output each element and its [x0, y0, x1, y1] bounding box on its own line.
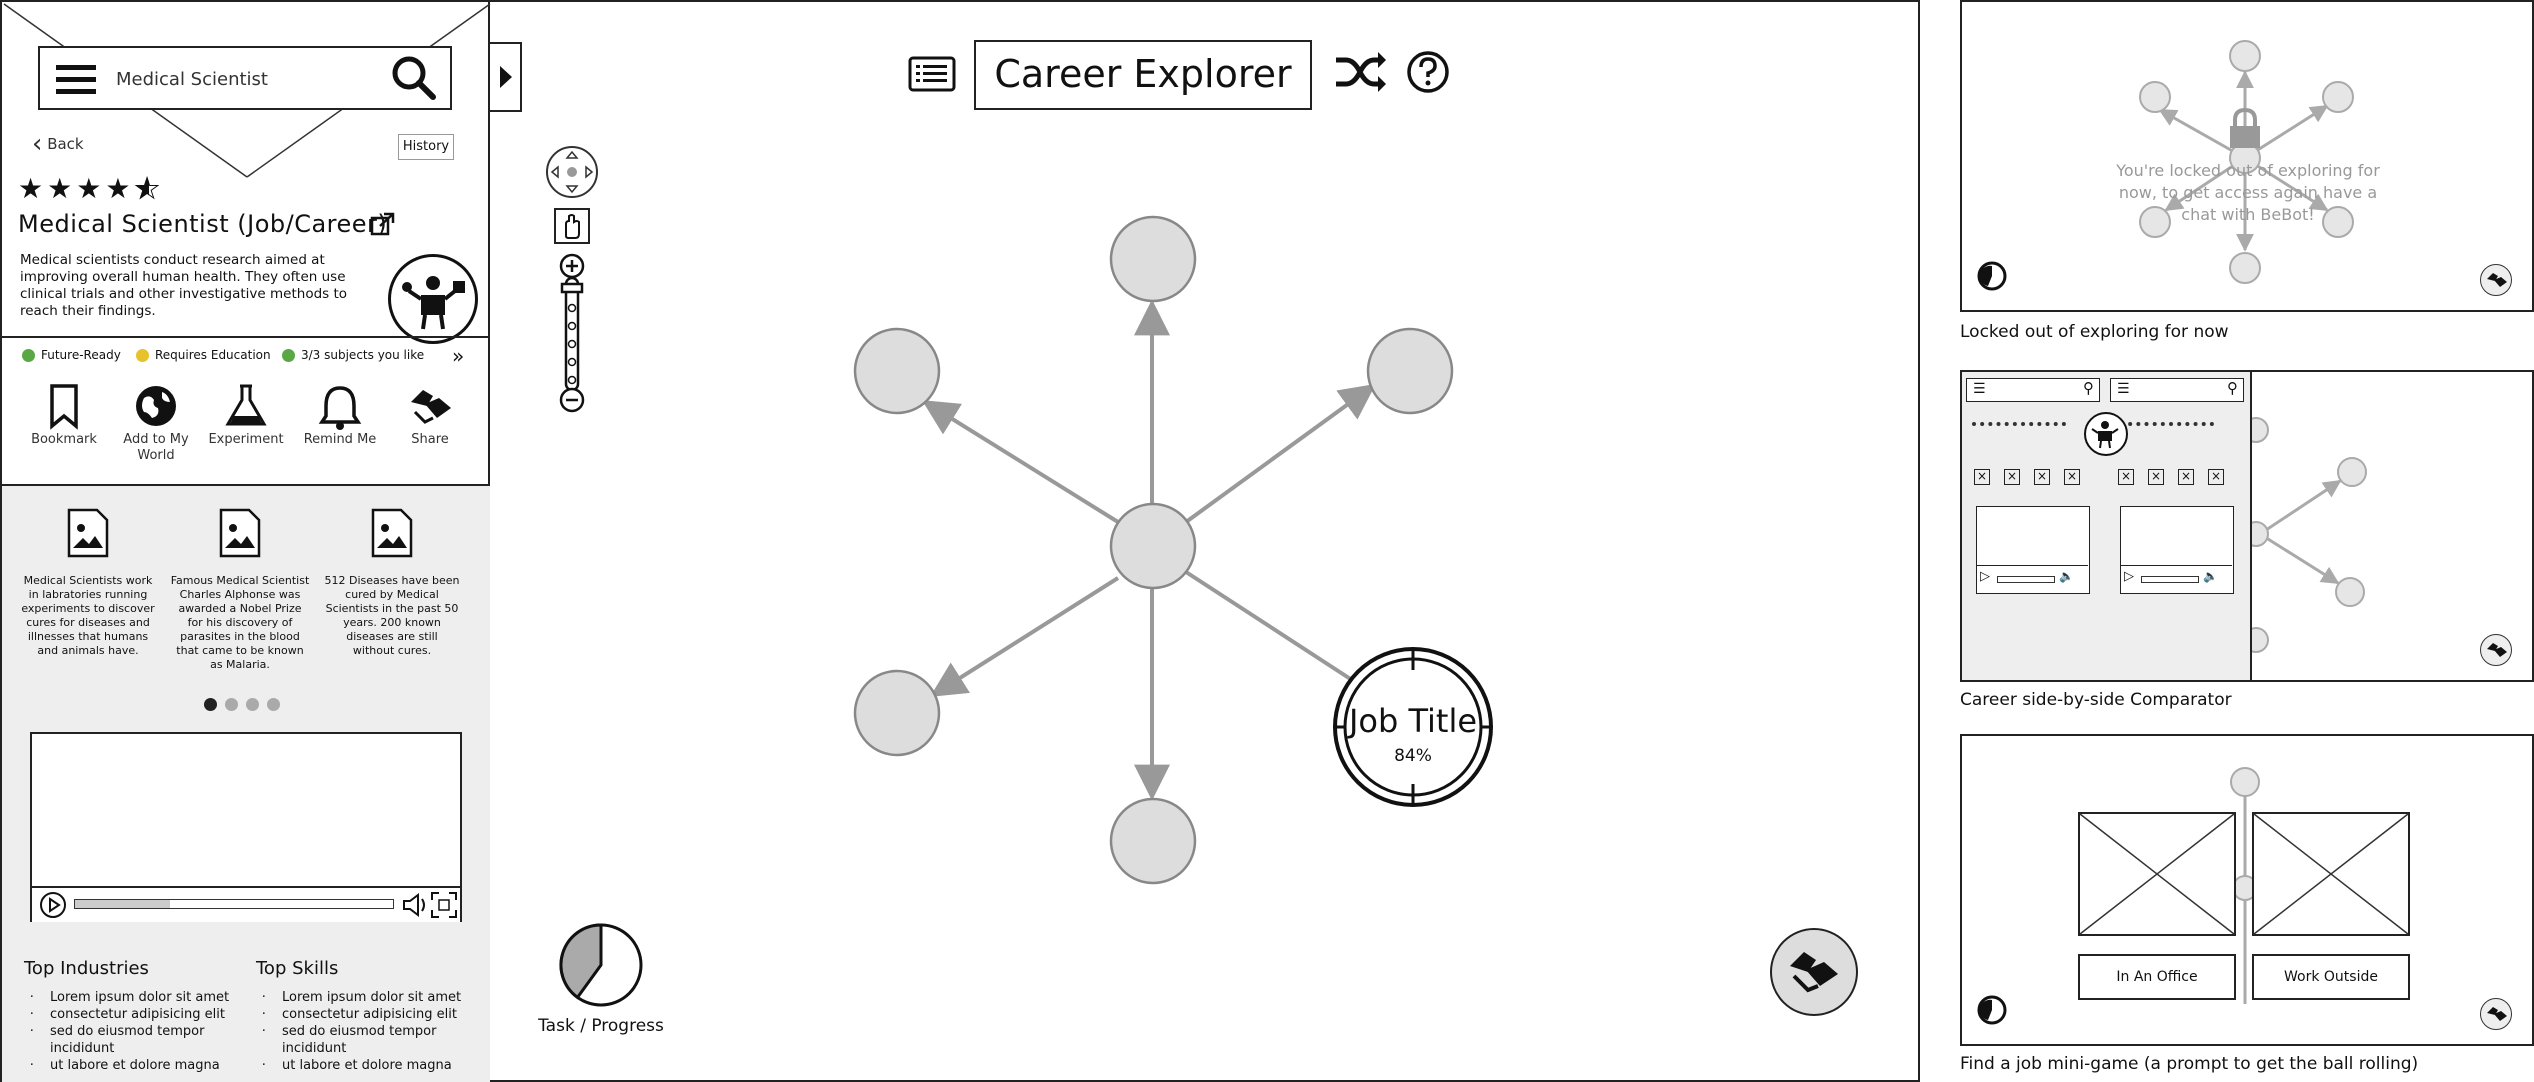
minigame-panel: In An Office Work Outside [1960, 734, 2534, 1046]
graph-node[interactable] [1366, 327, 1454, 415]
timer-icon [1977, 261, 2007, 291]
graph-node[interactable] [853, 327, 941, 415]
task-progress-label: Task / Progress [538, 1016, 664, 1036]
mini-video-controls: ▷ 🔈 [1977, 565, 2088, 592]
compare-icons-row: × × × × [2118, 468, 2224, 485]
locked-panel: You're locked out of exploring for now, … [1960, 0, 2534, 312]
graph-node[interactable] [853, 669, 941, 757]
locked-caption: Locked out of exploring for now [1960, 322, 2229, 342]
locked-message: You're locked out of exploring for now, … [2116, 161, 2380, 224]
minigame-graph [2230, 767, 2260, 1004]
mini-search-bar[interactable]: ☰ ⚲ [1966, 378, 2100, 402]
checkbox-icon[interactable]: × [2208, 469, 2224, 485]
share-mini-button[interactable] [2480, 634, 2512, 666]
option-in-an-office-button[interactable]: In An Office [2078, 954, 2236, 1000]
graph-node[interactable] [1109, 797, 1197, 885]
graph-node[interactable] [1109, 502, 1197, 590]
mini-video-player[interactable]: ▷ 🔈 [1976, 506, 2090, 594]
job-title-label: Job Title [1348, 702, 1478, 740]
job-percent: 84% [1394, 746, 1432, 766]
checkbox-icon[interactable]: × [2178, 469, 2194, 485]
comparator-caption: Career side-by-side Comparator [1960, 690, 2232, 710]
checkbox-icon[interactable]: × [2148, 469, 2164, 485]
share-icon [2487, 273, 2507, 287]
rating-scribble [2120, 422, 2214, 430]
graph-node[interactable] [1109, 215, 1197, 303]
locked-graph [2139, 40, 2354, 284]
rating-scribble [1972, 422, 2066, 430]
checkbox-icon[interactable]: × [2034, 469, 2050, 485]
hamburger-menu-icon[interactable]: ☰ [1973, 381, 1986, 397]
checkbox-icon[interactable]: × [2118, 469, 2134, 485]
checkbox-icon[interactable]: × [1974, 469, 1990, 485]
share-mini-button[interactable] [2480, 998, 2512, 1030]
mini-search-bar[interactable]: ☰ ⚲ [2110, 378, 2244, 402]
mini-progress-bar[interactable] [1997, 576, 2055, 583]
search-icon[interactable]: ⚲ [2083, 379, 2094, 397]
search-icon[interactable]: ⚲ [2227, 379, 2238, 397]
mini-progress-bar[interactable] [2141, 576, 2199, 583]
compare-card-right: ☰ ⚲ × × × × ▷ 🔈 [2106, 372, 2252, 680]
bebot-mini-avatar[interactable] [2084, 412, 2128, 456]
checkbox-icon[interactable]: × [2004, 469, 2020, 485]
image-placeholder [2253, 813, 2409, 935]
play-icon[interactable]: ▷ [1980, 569, 1990, 584]
volume-icon[interactable]: 🔈 [2059, 569, 2074, 583]
career-graph [853, 215, 1493, 885]
volume-icon[interactable]: 🔈 [2203, 569, 2218, 583]
compare-icons-row: × × × × [1974, 468, 2080, 485]
robot-icon [2091, 421, 2119, 449]
hamburger-menu-icon[interactable]: ☰ [2117, 381, 2130, 397]
share-mini-button[interactable] [2480, 264, 2512, 296]
share-icon [2487, 1007, 2507, 1021]
share-icon [1790, 952, 1838, 993]
mini-video-player[interactable]: ▷ 🔈 [2120, 506, 2234, 594]
share-button[interactable] [1770, 928, 1858, 1016]
option-work-outside-button[interactable]: Work Outside [2252, 954, 2410, 1000]
share-icon [2487, 643, 2507, 657]
task-progress-pie[interactable] [556, 920, 646, 1010]
mini-video-controls: ▷ 🔈 [2121, 565, 2232, 592]
comparator-panel: ☰ ⚲ × × × × ▷ 🔈 ☰ ⚲ × × × × ▷ 🔈 [1960, 370, 2534, 682]
timer-icon [1977, 995, 2007, 1025]
image-placeholder [2079, 813, 2235, 935]
minigame-caption: Find a job mini-game (a prompt to get th… [1960, 1054, 2419, 1074]
play-icon[interactable]: ▷ [2124, 569, 2134, 584]
option-image-left[interactable] [2078, 812, 2236, 936]
option-image-right[interactable] [2252, 812, 2410, 936]
checkbox-icon[interactable]: × [2064, 469, 2080, 485]
